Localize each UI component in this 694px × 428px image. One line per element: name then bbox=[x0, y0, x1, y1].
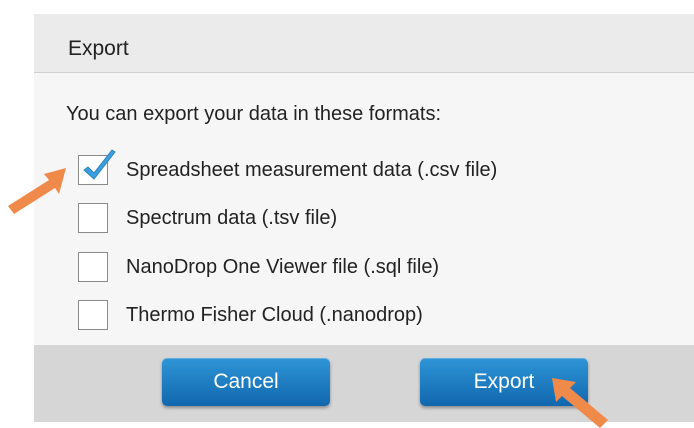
checkmark-icon bbox=[83, 149, 116, 180]
checkbox-sql[interactable] bbox=[78, 252, 108, 282]
checkbox-cloud[interactable] bbox=[78, 300, 108, 330]
option-csv[interactable]: Spreadsheet measurement data (.csv file) bbox=[78, 149, 638, 189]
cancel-button[interactable]: Cancel bbox=[162, 358, 330, 406]
screen: Export You can export your data in these… bbox=[0, 0, 694, 428]
pointer-arrow-icon bbox=[8, 168, 66, 214]
export-intro-text: You can export your data in these format… bbox=[66, 103, 442, 125]
option-label-sql: NanoDrop One Viewer file (.sql file) bbox=[126, 256, 440, 278]
option-label-csv: Spreadsheet measurement data (.csv file) bbox=[126, 159, 498, 181]
checkbox-tsv[interactable] bbox=[78, 203, 108, 233]
dialog-header: Export bbox=[34, 14, 694, 73]
pointer-arrow-icon bbox=[552, 378, 608, 428]
checkbox-csv[interactable] bbox=[78, 149, 116, 185]
export-dialog: Export You can export your data in these… bbox=[34, 14, 694, 422]
option-label-tsv: Spectrum data (.tsv file) bbox=[126, 207, 338, 229]
option-label-cloud: Thermo Fisher Cloud (.nanodrop) bbox=[126, 304, 423, 326]
option-tsv[interactable]: Spectrum data (.tsv file) bbox=[78, 203, 638, 237]
dialog-body: You can export your data in these format… bbox=[34, 73, 694, 345]
option-sql[interactable]: NanoDrop One Viewer file (.sql file) bbox=[78, 252, 638, 286]
option-cloud[interactable]: Thermo Fisher Cloud (.nanodrop) bbox=[78, 300, 638, 334]
dialog-title: Export bbox=[68, 37, 129, 60]
